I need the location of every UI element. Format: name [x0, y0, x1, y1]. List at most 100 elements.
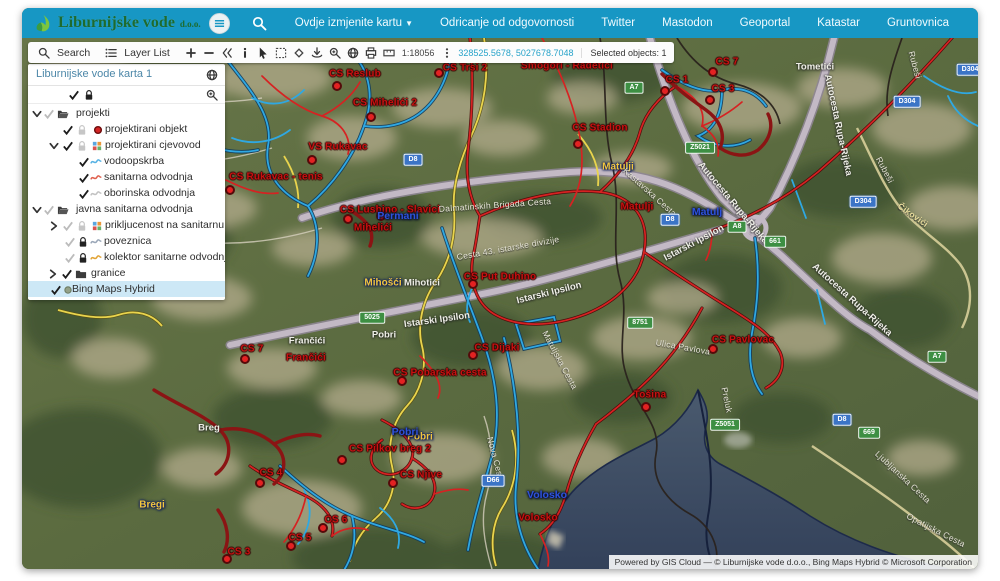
- line-gray2-icon[interactable]: [90, 235, 102, 247]
- map-label: Mihotići: [404, 278, 440, 289]
- station-point-marker[interactable]: [366, 112, 376, 122]
- user-badge-button[interactable]: [209, 13, 230, 34]
- grid-icon[interactable]: [91, 139, 103, 151]
- layer-row[interactable]: sanitarna odvodnja: [28, 169, 225, 185]
- check-icon[interactable]: [78, 155, 90, 167]
- chevron-right-icon[interactable]: [47, 267, 59, 279]
- minus-icon[interactable]: [200, 44, 218, 61]
- grid-icon[interactable]: [91, 219, 103, 231]
- print-icon[interactable]: [362, 44, 380, 61]
- layer-row[interactable]: vodoopskrba: [28, 153, 225, 169]
- nav-item-5[interactable]: Geoportal: [740, 17, 791, 29]
- nav-item-3[interactable]: Twitter: [601, 17, 635, 29]
- folder-open-icon[interactable]: [57, 203, 69, 215]
- map-label-cs: CS Rukavac - tenis: [229, 172, 323, 183]
- search-button[interactable]: Search: [35, 44, 92, 61]
- chevron-down-icon[interactable]: [31, 203, 43, 215]
- lock-icon[interactable]: [77, 251, 89, 263]
- line-red-icon[interactable]: [90, 171, 102, 183]
- station-point-marker[interactable]: [705, 95, 715, 105]
- map-scale[interactable]: 1:18056: [402, 48, 435, 58]
- lock-muted-icon[interactable]: [76, 123, 88, 135]
- layer-row[interactable]: kolektor sanitarne odvodnje: [28, 249, 225, 265]
- station-point-marker[interactable]: [332, 81, 342, 91]
- check-icon[interactable]: [78, 187, 90, 199]
- info-icon[interactable]: [236, 44, 254, 61]
- station-point-marker[interactable]: [708, 67, 718, 77]
- station-point-marker[interactable]: [388, 478, 398, 488]
- station-point-marker[interactable]: [307, 155, 317, 165]
- station-point-marker[interactable]: [660, 86, 670, 96]
- diamond-icon[interactable]: [290, 44, 308, 61]
- station-point-marker[interactable]: [337, 455, 347, 465]
- nav-item-4[interactable]: Mastodon: [662, 17, 713, 29]
- pointer-icon[interactable]: [254, 44, 272, 61]
- line-blue-icon[interactable]: [90, 155, 102, 167]
- selected-objects-badge: Selected objects: 1: [581, 48, 666, 58]
- folder-open-icon[interactable]: [57, 107, 69, 119]
- check-icon[interactable]: [62, 139, 74, 151]
- collapse-left-icon[interactable]: [218, 44, 236, 61]
- zoom-box-icon[interactable]: [326, 44, 344, 61]
- lock-muted-icon[interactable]: [76, 219, 88, 231]
- check-icon[interactable]: [62, 123, 74, 135]
- lock-icon[interactable]: [77, 235, 89, 247]
- map-canvas[interactable]: CS ReslubCS Trsi 2Šmogori - RadetićiCS M…: [22, 38, 978, 569]
- layer-row[interactable]: projektirani cjevovod: [28, 137, 225, 153]
- check-muted-icon[interactable]: [64, 235, 76, 247]
- nav-item-6[interactable]: Katastar: [817, 17, 860, 29]
- map-label: Permani: [377, 210, 418, 222]
- check-icon[interactable]: [78, 171, 90, 183]
- station-point-marker[interactable]: [255, 478, 265, 488]
- map-label-cs: CS Reslub: [329, 69, 381, 80]
- map-attribution: Powered by GIS Cloud — © Liburnijske vod…: [609, 555, 978, 569]
- lock-muted-icon[interactable]: [76, 139, 88, 151]
- layer-list-button[interactable]: Layer List: [102, 44, 172, 61]
- check-muted-icon[interactable]: [43, 203, 55, 215]
- layer-row[interactable]: Bing Maps Hybrid: [28, 281, 225, 297]
- map-label-cs: Volosko: [518, 513, 558, 524]
- station-point-marker[interactable]: [225, 185, 235, 195]
- layer-row[interactable]: projektirani objekt: [28, 121, 225, 137]
- folder-icon[interactable]: [75, 267, 87, 279]
- globe-icon[interactable]: [344, 44, 362, 61]
- brand[interactable]: Liburnijske vode d.o.o.: [34, 14, 201, 33]
- nav-item-1[interactable]: Ovdje izmjenite kartu▼: [295, 17, 413, 29]
- chevron-down-icon[interactable]: [31, 107, 43, 119]
- check-icon[interactable]: [61, 267, 73, 279]
- export-icon[interactable]: [308, 44, 326, 61]
- station-point-marker[interactable]: [343, 214, 353, 224]
- header-search-icon[interactable]: [252, 16, 267, 31]
- layer-row[interactable]: oborinska odvodnja: [28, 185, 225, 201]
- layer-panel: Liburnijske vode karta 1 projektiprojekt…: [28, 64, 225, 300]
- check-muted-icon[interactable]: [43, 107, 55, 119]
- layer-row[interactable]: granice: [28, 265, 225, 281]
- station-point-marker[interactable]: [573, 139, 583, 149]
- plus-icon[interactable]: [182, 44, 200, 61]
- check-icon[interactable]: [50, 283, 62, 295]
- chevron-down-icon[interactable]: [48, 139, 60, 151]
- station-point-marker[interactable]: [240, 354, 250, 364]
- layer-row[interactable]: poveznica: [28, 233, 225, 249]
- visibility-column-icon[interactable]: [68, 88, 80, 100]
- layer-row[interactable]: javna sanitarna odvodnja: [28, 201, 225, 217]
- road-shield: D66: [482, 475, 505, 487]
- point-red-icon[interactable]: [92, 123, 104, 135]
- layer-row[interactable]: projekti: [28, 105, 225, 121]
- line-gray-icon[interactable]: [90, 187, 102, 199]
- kebab-menu-icon[interactable]: [438, 44, 456, 61]
- nav-item-7[interactable]: Gruntovnica: [887, 17, 949, 29]
- select-box-icon[interactable]: [272, 44, 290, 61]
- zoom-to-layer-icon[interactable]: [206, 88, 218, 100]
- lock-column-icon[interactable]: [83, 88, 95, 100]
- check-muted-icon[interactable]: [64, 251, 76, 263]
- brand-name: Liburnijske vode: [58, 14, 175, 32]
- check-muted-icon[interactable]: [62, 219, 74, 231]
- measure-icon[interactable]: [380, 44, 398, 61]
- chevron-right-icon[interactable]: [48, 219, 60, 231]
- nav-item-2[interactable]: Odricanje od odgovornosti: [440, 17, 574, 29]
- globe-icon[interactable]: [206, 68, 218, 80]
- layer-row[interactable]: prikljucenost na sanitarnu odvodnju: [28, 217, 225, 233]
- line-orange-icon[interactable]: [90, 251, 102, 263]
- station-point-marker[interactable]: [641, 402, 651, 412]
